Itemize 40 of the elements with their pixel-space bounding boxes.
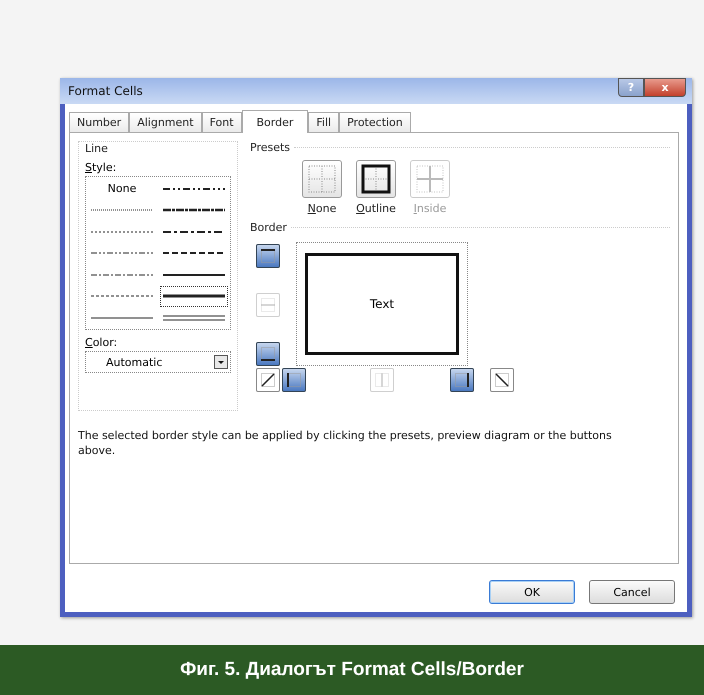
- tab[interactable]: Number: [69, 112, 130, 132]
- group-title: Line: [85, 142, 109, 155]
- border-toggle-button[interactable]: [256, 342, 280, 366]
- tab[interactable]: Border: [242, 110, 308, 133]
- grid-icon: [359, 162, 393, 196]
- close-button[interactable]: x: [644, 78, 686, 97]
- style-label: Style:: [85, 161, 118, 174]
- tab[interactable]: Alignment: [129, 112, 202, 132]
- preset-outline-button[interactable]: [356, 160, 396, 198]
- line-style-option[interactable]: [163, 314, 225, 322]
- tab[interactable]: Fill: [308, 112, 340, 132]
- color-dropdown[interactable]: Automatic: [85, 351, 231, 373]
- preset-label: Inside: [414, 202, 446, 215]
- style-list[interactable]: None: [85, 176, 231, 330]
- color-label: Color:: [85, 336, 118, 349]
- preview-text: Text: [370, 297, 394, 311]
- help-text: The selected border style can be applied by clicking the presets, preview diagram or the buttons above.: [78, 429, 613, 459]
- line-style-option[interactable]: [163, 292, 225, 300]
- border-line-icon: [260, 372, 276, 388]
- preset-label: None: [308, 202, 336, 215]
- border-toggle-button[interactable]: [256, 244, 280, 268]
- line-style-option[interactable]: [163, 249, 225, 257]
- border-toggle-button[interactable]: [490, 368, 514, 392]
- border-toggle-button[interactable]: [450, 368, 474, 392]
- ok-button[interactable]: OK: [489, 580, 575, 604]
- preset-label: Outline: [356, 202, 396, 215]
- border-toggle-button[interactable]: [256, 368, 280, 392]
- cancel-button[interactable]: Cancel: [589, 580, 675, 604]
- preset-none-button[interactable]: [302, 160, 342, 198]
- border-toggle-button[interactable]: [282, 368, 306, 392]
- window-title: Format Cells: [68, 84, 143, 98]
- group-title: Presets: [250, 141, 290, 154]
- line-style-option[interactable]: [163, 206, 225, 214]
- style-option[interactable]: None: [108, 182, 136, 195]
- tab[interactable]: Protection: [339, 112, 411, 132]
- tab[interactable]: Font: [202, 112, 242, 132]
- border-preview[interactable]: Text: [296, 242, 468, 366]
- figure-caption: Фиг. 5. Диалогът Format Cells/Border: [0, 645, 704, 695]
- group-title: Border: [250, 221, 287, 234]
- border-line-icon: [494, 372, 510, 388]
